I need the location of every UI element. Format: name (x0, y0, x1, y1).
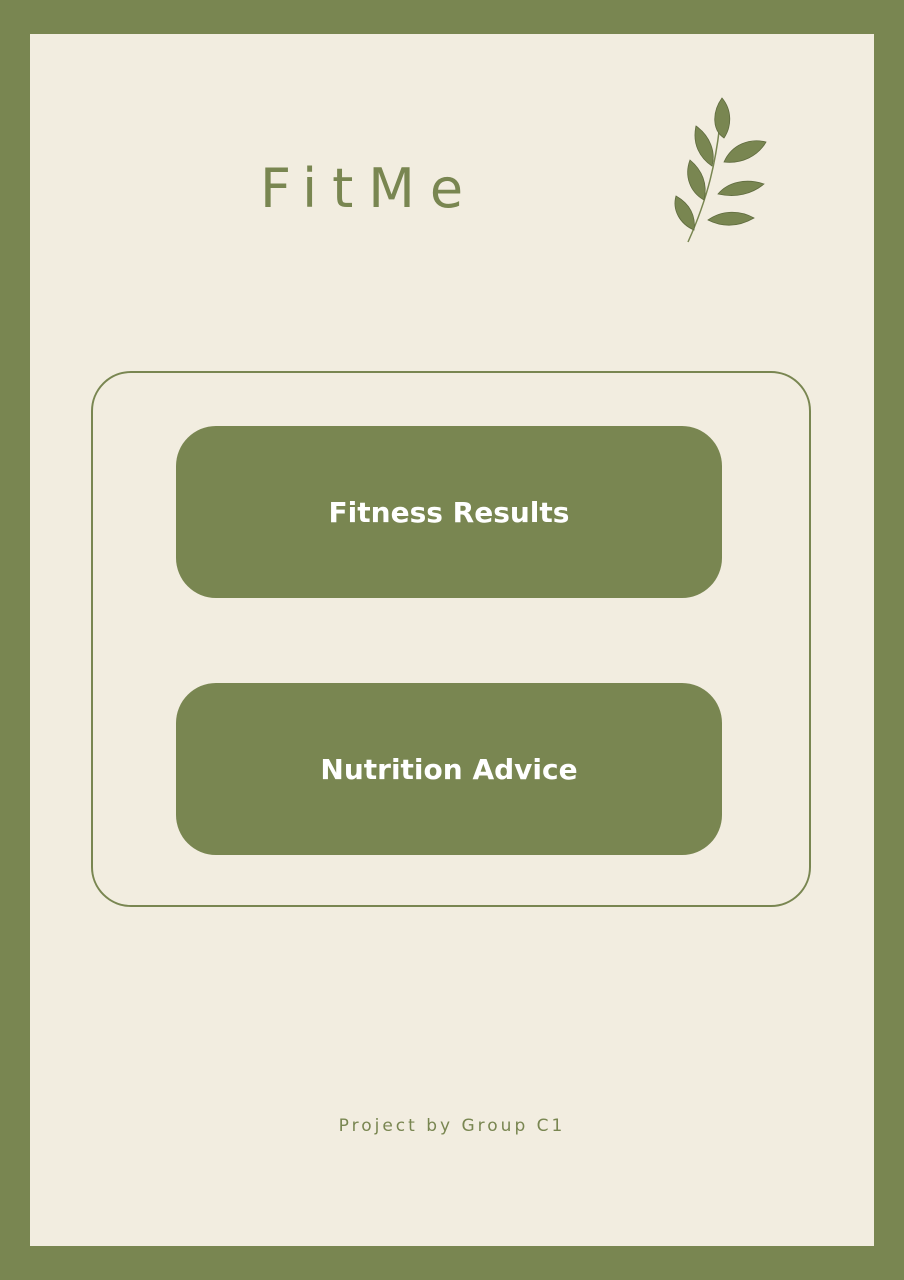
page-frame: FitMe Fitness Results Nutrition Advice P… (0, 0, 904, 1280)
nutrition-advice-button[interactable]: Nutrition Advice (176, 683, 722, 855)
app-title: FitMe (260, 157, 479, 220)
leaf-branch-icon (674, 97, 767, 243)
nutrition-advice-label: Nutrition Advice (320, 752, 578, 786)
page-card: FitMe Fitness Results Nutrition Advice P… (30, 34, 874, 1246)
fitness-results-button[interactable]: Fitness Results (176, 426, 722, 598)
footer-credit: Project by Group C1 (338, 1116, 566, 1136)
fitness-results-label: Fitness Results (328, 495, 570, 529)
